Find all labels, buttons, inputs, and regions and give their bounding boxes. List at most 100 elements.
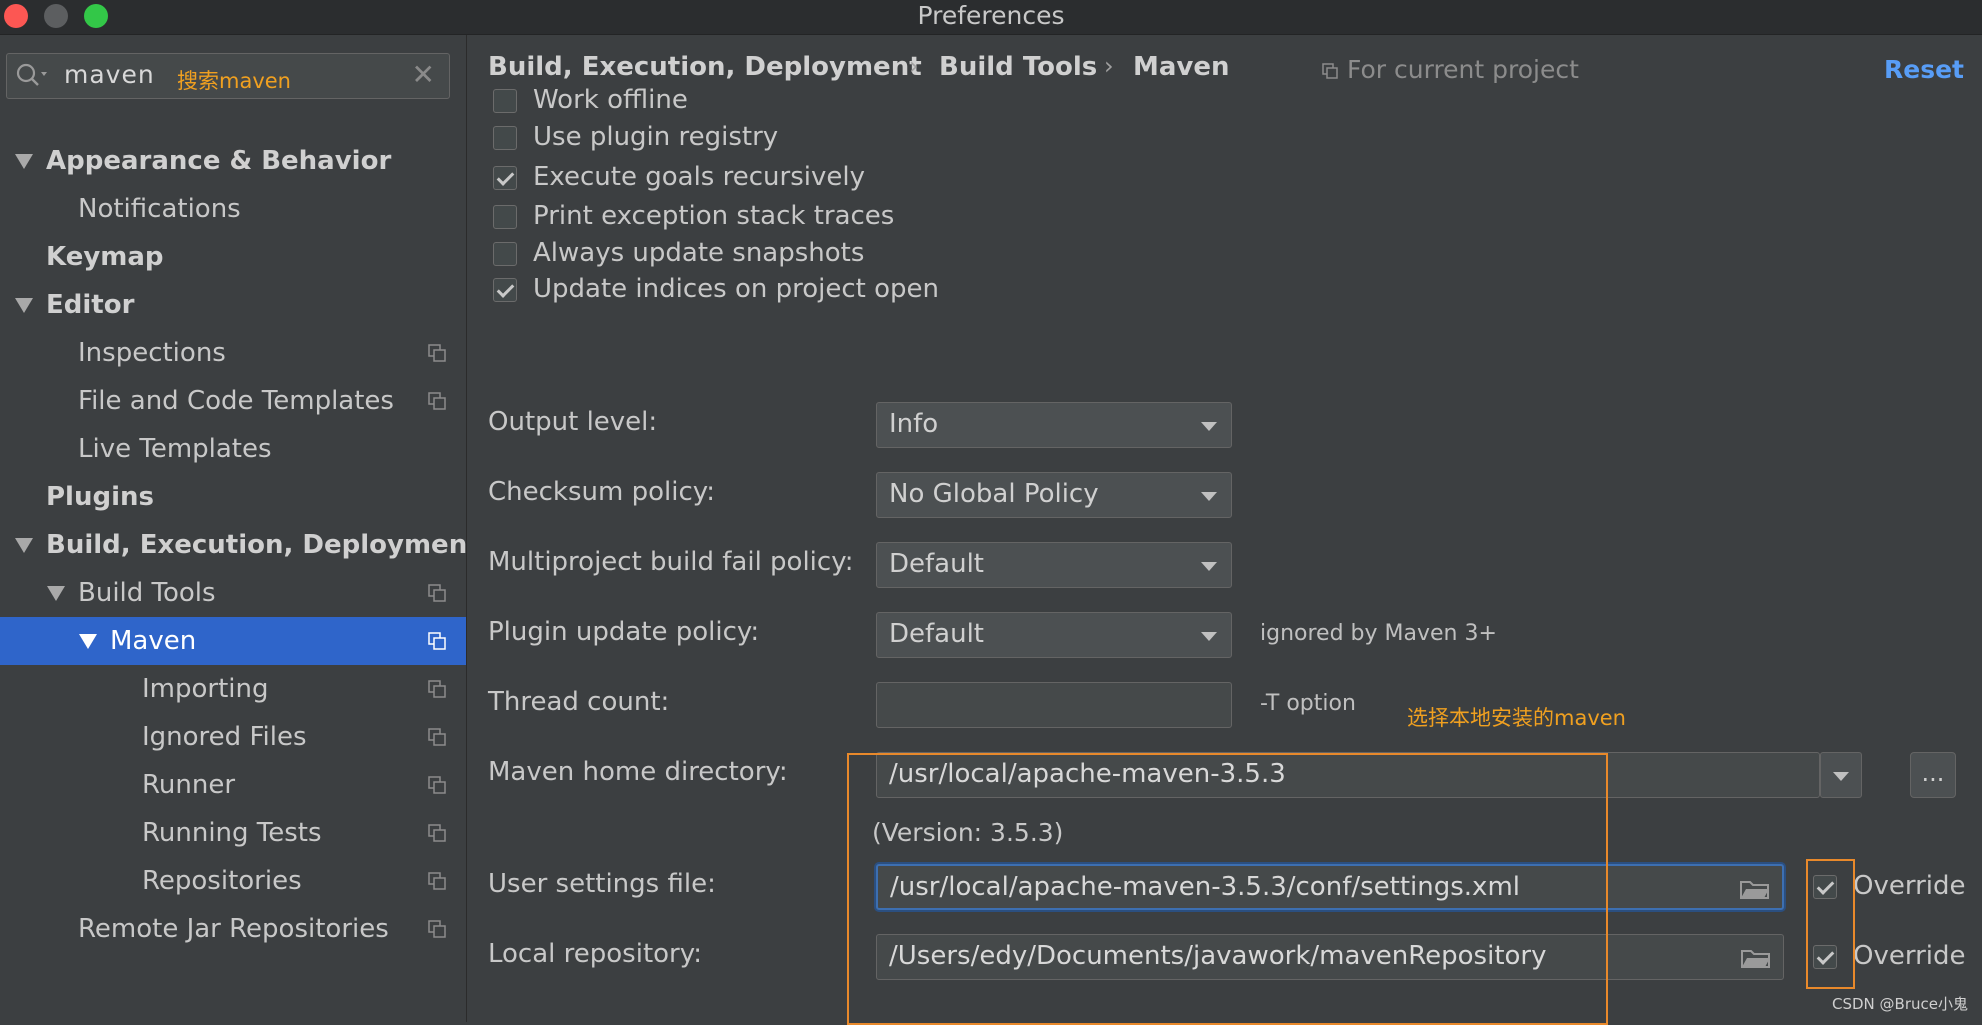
project-scope-icon: [428, 776, 446, 794]
reset-link[interactable]: Reset: [1884, 55, 1964, 84]
breadcrumb-item[interactable]: Build, Execution, Deployment: [488, 52, 922, 82]
sidebar-item[interactable]: Plugins: [0, 473, 466, 521]
sidebar-item-label: Ignored Files: [142, 722, 307, 752]
folder-icon[interactable]: [1740, 878, 1770, 900]
close-icon[interactable]: ✕: [412, 58, 435, 91]
folder-icon[interactable]: [1741, 947, 1771, 969]
local-repo-override[interactable]: Override: [1813, 941, 1982, 977]
fail-policy-value: Default: [889, 549, 984, 579]
user-settings-label: User settings file:: [488, 869, 716, 899]
sidebar-item[interactable]: Ignored Files: [0, 713, 466, 761]
sidebar-item[interactable]: Notifications: [0, 185, 466, 233]
user-settings-input[interactable]: /usr/local/apache-maven-3.5.3/conf/setti…: [876, 864, 1784, 910]
sidebar-item[interactable]: File and Code Templates: [0, 377, 466, 425]
option-checkbox[interactable]: [493, 278, 517, 302]
option-checkbox[interactable]: [493, 126, 517, 150]
sidebar-item-label: Remote Jar Repositories: [78, 914, 389, 944]
local-repo-input[interactable]: /Users/edy/Documents/javawork/mavenRepos…: [876, 934, 1784, 980]
search-icon[interactable]: [15, 62, 49, 88]
option-label: Use plugin registry: [533, 122, 779, 152]
plugin-update-value: Default: [889, 619, 984, 649]
option-checkbox[interactable]: [493, 166, 517, 190]
sidebar-item-label: Maven: [110, 626, 197, 656]
sidebar-item[interactable]: Remote Jar Repositories: [0, 905, 466, 953]
local-repo-value: /Users/edy/Documents/javawork/mavenRepos…: [889, 941, 1547, 971]
project-scope-icon: [428, 344, 446, 362]
plugin-update-select[interactable]: Default: [876, 612, 1232, 658]
expand-arrow-icon[interactable]: [47, 586, 65, 601]
expand-arrow-icon[interactable]: [79, 634, 97, 649]
maven-home-value: /usr/local/apache-maven-3.5.3: [889, 759, 1286, 789]
sidebar-item[interactable]: Repositories: [0, 857, 466, 905]
sidebar-item[interactable]: Keymap: [0, 233, 466, 281]
option-checkbox[interactable]: [493, 205, 517, 229]
project-scope-icon: [428, 632, 446, 650]
option-row[interactable]: Update indices on project open: [493, 274, 939, 310]
maven-home-input[interactable]: /usr/local/apache-maven-3.5.3: [876, 752, 1820, 798]
maven-home-dropdown-button[interactable]: [1820, 752, 1862, 798]
sidebar-item[interactable]: Build, Execution, Deployment: [0, 521, 480, 569]
sidebar-item[interactable]: Maven: [0, 617, 466, 665]
sidebar-item[interactable]: Editor: [0, 281, 466, 329]
checksum-policy-select[interactable]: No Global Policy: [876, 472, 1232, 518]
sidebar-item[interactable]: Live Templates: [0, 425, 466, 473]
output-level-select[interactable]: Info: [876, 402, 1232, 448]
project-scope-icon: [428, 584, 446, 602]
sidebar-item[interactable]: Runner: [0, 761, 466, 809]
maven-home-browse-button[interactable]: ...: [1910, 752, 1956, 798]
project-scope-icon: [428, 824, 446, 842]
sidebar-item[interactable]: Build Tools: [0, 569, 466, 617]
breadcrumb-separator: ›: [1104, 52, 1114, 80]
sidebar-item-label: Importing: [142, 674, 269, 704]
option-row[interactable]: Execute goals recursively: [493, 162, 893, 198]
sidebar-item[interactable]: Running Tests: [0, 809, 466, 857]
checksum-policy-label: Checksum policy:: [488, 477, 716, 507]
sidebar-item-label: File and Code Templates: [78, 386, 394, 416]
expand-arrow-icon[interactable]: [15, 298, 33, 313]
sidebar-item-label: Running Tests: [142, 818, 322, 848]
project-scope-icon: [428, 680, 446, 698]
option-row[interactable]: Print exception stack traces: [493, 201, 894, 237]
settings-search-input[interactable]: maven 搜索maven ✕: [6, 53, 450, 99]
settings-sidebar: maven 搜索maven ✕ Appearance & Behavior Not…: [0, 35, 480, 1022]
sidebar-item[interactable]: Inspections: [0, 329, 466, 377]
sidebar-item-label: Build, Execution, Deployment: [46, 530, 480, 560]
option-checkbox[interactable]: [493, 242, 517, 266]
search-value: maven: [64, 60, 155, 89]
option-row[interactable]: Use plugin registry: [493, 122, 893, 158]
option-label: Execute goals recursively: [533, 162, 865, 192]
fail-policy-label: Multiproject build fail policy:: [488, 547, 854, 577]
expand-arrow-icon[interactable]: [15, 154, 33, 169]
chevron-down-icon: [1833, 772, 1849, 781]
window-title: Preferences: [917, 1, 1065, 30]
chevron-down-icon: [1201, 632, 1217, 641]
option-checkbox[interactable]: [493, 89, 517, 113]
sidebar-item-label: Appearance & Behavior: [46, 146, 392, 176]
option-row[interactable]: Always update snapshots: [493, 238, 893, 274]
option-label: Work offline: [533, 85, 688, 115]
fail-policy-select[interactable]: Default: [876, 542, 1232, 588]
local-repo-override-checkbox[interactable]: [1813, 945, 1837, 969]
breadcrumb-separator: ›: [909, 52, 919, 80]
checksum-policy-value: No Global Policy: [889, 479, 1099, 509]
plugin-update-hint: ignored by Maven 3+: [1260, 621, 1497, 646]
expand-arrow-icon[interactable]: [15, 538, 33, 553]
chevron-down-icon: [1201, 562, 1217, 571]
user-settings-override[interactable]: Override: [1813, 871, 1982, 907]
project-scope-icon: [428, 872, 446, 890]
chevron-down-icon: [1201, 422, 1217, 431]
project-scope-icon: [428, 920, 446, 938]
breadcrumb-item[interactable]: Build Tools: [939, 52, 1097, 82]
option-row[interactable]: Work offline: [493, 85, 893, 121]
sidebar-item-label: Runner: [142, 770, 236, 800]
maven-home-annotation: 选择本地安装的maven: [1407, 706, 1626, 730]
sidebar-item[interactable]: Appearance & Behavior: [0, 137, 466, 185]
thread-count-input[interactable]: [876, 682, 1232, 728]
sidebar-item-label: Plugins: [46, 482, 154, 512]
maven-home-label: Maven home directory:: [488, 757, 788, 787]
user-settings-override-checkbox[interactable]: [1813, 875, 1837, 899]
project-scope-icon: [428, 728, 446, 746]
output-level-label: Output level:: [488, 407, 658, 437]
sidebar-item[interactable]: Importing: [0, 665, 466, 713]
maven-settings-panel: Build, Execution, Deployment › Build Too…: [467, 35, 1982, 1025]
